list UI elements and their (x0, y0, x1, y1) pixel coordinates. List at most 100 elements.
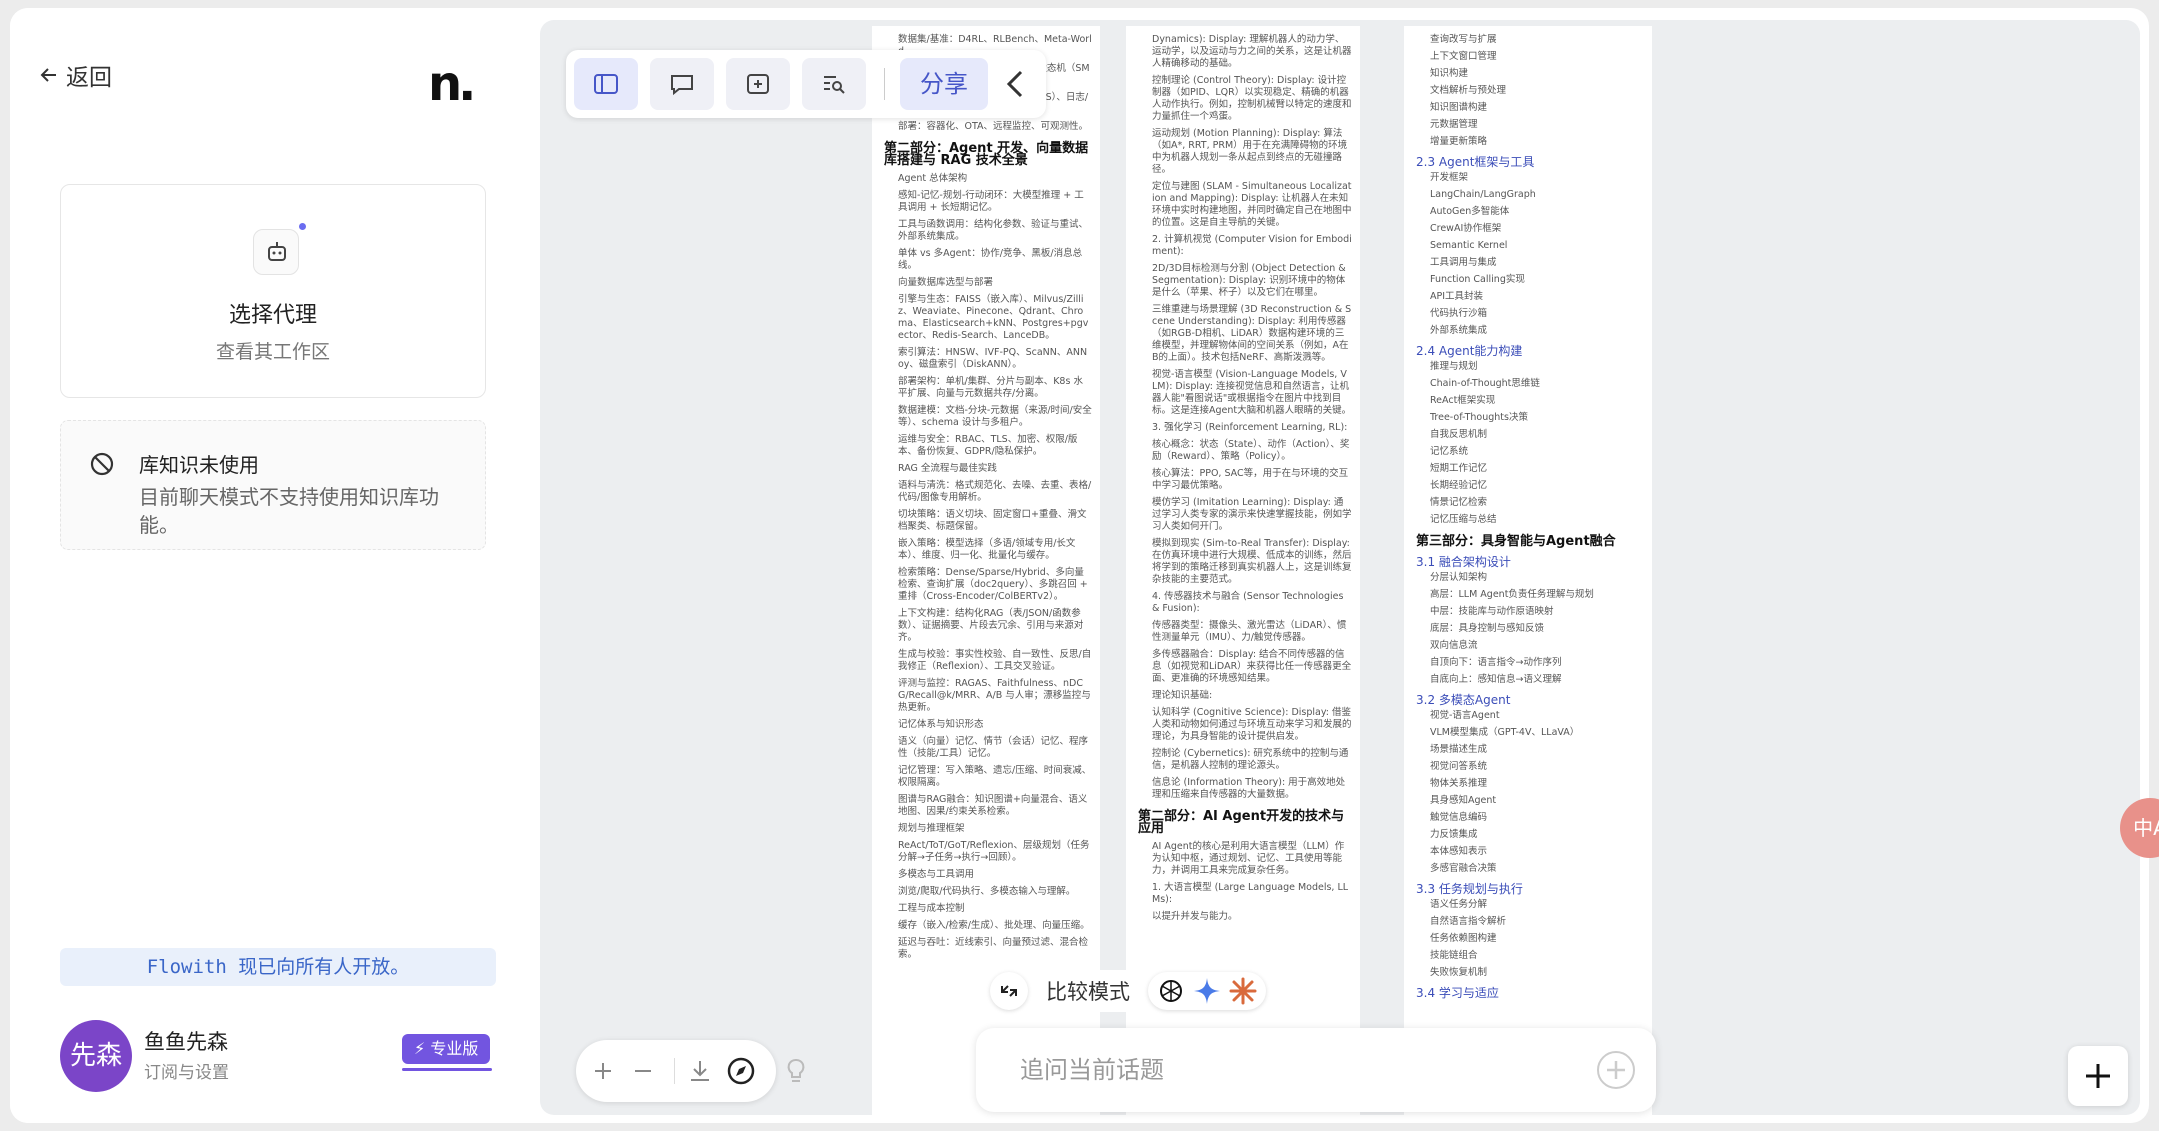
compare-mode: 比较模式 (990, 970, 1266, 1012)
doc-paragraph: 视觉-语言Agent (1430, 710, 1500, 721)
search-lines-icon (824, 76, 845, 94)
doc-paragraph: 检索策略：Dense/Sparse/Hybrid、多向量检索、查询扩展（doc2… (898, 567, 1088, 602)
doc-paragraph: 视觉问答系统 (1430, 761, 1488, 772)
doc-paragraph: ReAct框架实现 (1430, 395, 1496, 406)
doc-paragraph: 记忆压缩与总结 (1430, 514, 1497, 525)
gemini-logo-icon (1194, 978, 1220, 1004)
doc-paragraph: 任务依赖图构建 (1430, 933, 1497, 944)
compass-icon[interactable] (726, 1056, 756, 1086)
doc-heading: 3.1 融合架构设计 (1416, 555, 1511, 569)
doc-paragraph: 视觉-语言模型 (Vision-Language Models, VLM): D… (1152, 369, 1352, 416)
new-node-button[interactable] (2068, 1046, 2128, 1106)
pro-badge[interactable]: ⚡ 专业版 (402, 1034, 491, 1064)
doc-paragraph: 短期工作记忆 (1430, 463, 1488, 474)
doc-paragraph: 向量数据库选型与部署 (898, 277, 994, 288)
doc-paragraph: 3. 强化学习 (Reinforcement Learning, RL): (1152, 422, 1348, 433)
doc-heading: 3.3 任务规划与执行 (1416, 882, 1523, 896)
user-name[interactable]: 鱼鱼先森 (144, 1026, 228, 1056)
model-selector[interactable] (1148, 972, 1266, 1010)
doc-heading: 3.4 学习与适应 (1416, 986, 1499, 1000)
doc-paragraph: 查询改写与扩展 (1430, 34, 1497, 45)
add-circle-icon[interactable] (1596, 1050, 1636, 1090)
chat-view-button[interactable] (650, 58, 714, 110)
plus-icon (2086, 1064, 2110, 1088)
download-icon[interactable] (688, 1058, 712, 1084)
back-button[interactable]: 返回 (40, 58, 112, 92)
doc-paragraph: 2D/3D目标检测与分割 (Object Detection & Segment… (1152, 263, 1346, 298)
doc-paragraph: 单体 vs 多Agent：协作/竞争、黑板/消息总线。 (898, 248, 1083, 271)
doc-paragraph: Dynamics): Display: 理解机器人的动力学、运动学，以及运动与力… (1152, 34, 1352, 69)
doc-paragraph: 记忆体系与知识形态 (898, 719, 984, 730)
search-view-button[interactable] (802, 58, 866, 110)
openai-logo-icon (1160, 980, 1182, 1002)
kb-card-title: 库知识未使用 (139, 453, 259, 477)
lightbulb-icon[interactable] (786, 1058, 806, 1086)
doc-paragraph: API工具封装 (1430, 291, 1484, 302)
doc-paragraph: 数据建模：文档-分块-元数据（来源/时间/安全等）、schema 设计与多租户。 (898, 405, 1092, 428)
zoom-in-icon[interactable] (592, 1060, 614, 1082)
user-settings-link[interactable]: 订阅与设置 (144, 1058, 229, 1083)
doc-paragraph: 运动规划 (Motion Planning): Display: 算法（如A*,… (1152, 128, 1348, 175)
status-dot (299, 223, 306, 230)
doc-paragraph: 延迟与吞吐：近线索引、向量预过滤、混合检索。 (898, 937, 1089, 960)
followup-input[interactable] (1020, 1050, 1540, 1090)
doc-paragraph: 推理与规划 (1430, 361, 1478, 372)
app-window: 返回 n. 选择代理 查看其工作区 库知识未使用 目前聊天模式不支持使用知识库功… (10, 8, 2149, 1123)
add-box-icon (747, 74, 769, 94)
doc-paragraph: 技能链组合 (1430, 950, 1478, 961)
doc-paragraph: 切块策略：语义切块、固定窗口+重叠、滑文档聚类、标题保留。 (898, 509, 1087, 532)
doc-paragraph: 分层认知架构 (1430, 572, 1488, 583)
select-agent-card[interactable]: 选择代理 查看其工作区 (60, 184, 486, 398)
document-page-1: 数据集/基准：D4RL、RLBench、Meta-WorldROS2/RT-Mi… (872, 26, 1100, 1115)
doc-paragraph: 索引算法：HNSW、IVF-PQ、ScaNN、ANNoy、磁盘索引（DiskAN… (898, 347, 1088, 370)
doc-paragraph: 触觉信息编码 (1430, 812, 1488, 823)
doc-paragraph: 规划与推理框架 (898, 823, 965, 834)
sidebar: 返回 n. 选择代理 查看其工作区 库知识未使用 目前聊天模式不支持使用知识库功… (10, 8, 540, 1123)
back-label: 返回 (66, 65, 112, 91)
document-canvas[interactable]: 数据集/基准：D4RL、RLBench、Meta-WorldROS2/RT-Mi… (540, 20, 2140, 1115)
doc-paragraph: 控制论 (Cybernetics): 研究系统中的控制与通信，是机器人控制的理论… (1152, 748, 1349, 771)
chevron-left-icon[interactable] (996, 64, 1036, 104)
doc-paragraph: 部署：容器化、OTA、远程监控、可观测性。 (898, 121, 1089, 132)
doc-paragraph: 力反馈集成 (1430, 829, 1478, 840)
doc-paragraph: 失败恢复机制 (1430, 967, 1488, 978)
add-node-button[interactable] (726, 58, 790, 110)
document-page-2: Dynamics): Display: 理解机器人的动力学、运动学，以及运动与力… (1126, 26, 1360, 1115)
doc-paragraph: 图谱与RAG融合：知识图谱+向量混合、语义地图、因果/约束关系检索。 (898, 794, 1088, 817)
doc-paragraph: 长期经验记忆 (1430, 480, 1488, 491)
compare-mode-label[interactable]: 比较模式 (1036, 970, 1140, 1012)
doc-paragraph: 工具调用与集成 (1430, 257, 1497, 268)
doc-paragraph: Tree-of-Thoughts决策 (1430, 412, 1528, 423)
doc-paragraph: 生成与校验：事实性校验、自一致性、反思/自我修正（Reflexion）、工具交叉… (898, 649, 1092, 672)
announcement-banner[interactable]: Flowith 现已向所有人开放。 (60, 948, 496, 986)
sidebar-toggle-button[interactable] (574, 58, 638, 110)
doc-paragraph: 多模态与工具调用 (898, 869, 975, 880)
doc-heading: 2.3 Agent框架与工具 (1416, 155, 1535, 169)
doc-paragraph: 语义（向量）记忆、情节（会话）记忆、程序性（技能/工具）记忆。 (898, 736, 1089, 759)
doc-paragraph: 记忆管理：写入策略、遗忘/压缩、时间衰减、权限隔离。 (898, 765, 1092, 788)
pro-underline (402, 1068, 492, 1071)
share-button[interactable]: 分享 (900, 58, 988, 110)
doc-paragraph: 2. 计算机视觉 (Computer Vision for Embodiment… (1152, 234, 1352, 257)
avatar[interactable]: 先森 (60, 1020, 132, 1092)
agent-card-title: 选择代理 (228, 303, 317, 328)
kb-card-subtitle: 目前聊天模式不支持使用知识库功能。 (139, 485, 439, 537)
chat-bubble-icon (671, 75, 693, 96)
doc-paragraph: 高层：LLM Agent负责任务理解与规划 (1430, 589, 1594, 600)
compare-toggle-button[interactable] (990, 972, 1028, 1010)
compare-arrows-icon (1001, 985, 1017, 997)
doc-paragraph: 自底向上：感知信息→语义理解 (1430, 674, 1562, 685)
doc-paragraph: 嵌入策略：模型选择（多语/领域专用/长文本）、维度、归一化、批量化与缓存。 (898, 538, 1076, 561)
claude-logo-icon (1229, 977, 1257, 1005)
doc-paragraph: 模仿学习 (Imitation Learning): Display: 通过学习… (1152, 497, 1352, 532)
doc-paragraph: 认知科学 (Cognitive Science): Display: 借鉴人类和… (1152, 707, 1352, 742)
doc-paragraph: 部署架构：单机/集群、分片与副本、K8s 水平扩展、向量与元数据共存/分离。 (898, 376, 1083, 399)
doc-paragraph: AutoGen多智能体 (1430, 206, 1510, 217)
app-logo[interactable]: n. (428, 56, 476, 112)
doc-paragraph: 底层：具身控制与感知反馈 (1430, 623, 1545, 634)
zoom-out-icon[interactable] (632, 1060, 654, 1082)
doc-paragraph: 核心概念：状态（State）、动作（Action）、奖励（Reward）、策略（… (1152, 439, 1350, 462)
doc-paragraph: 理论知识基础: (1152, 690, 1213, 701)
sidebar-panel-icon (594, 74, 618, 94)
doc-paragraph: 中层：技能库与动作原语映射 (1430, 606, 1554, 617)
